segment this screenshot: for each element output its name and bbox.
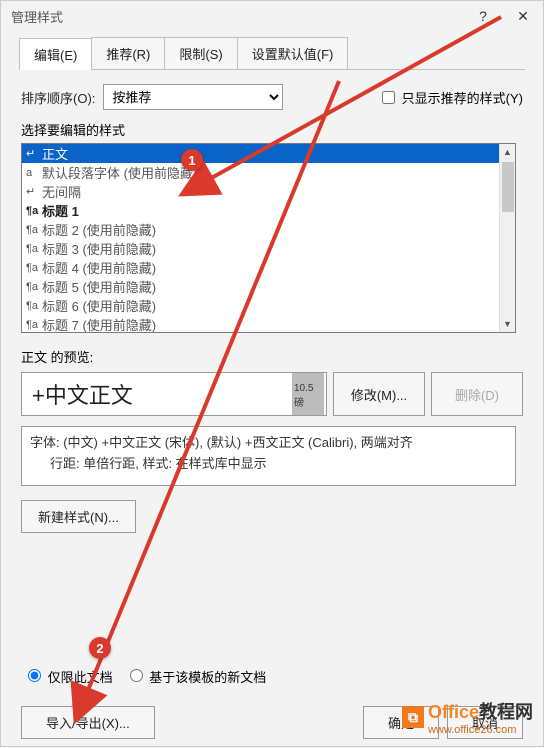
dialog-title: 管理样式 — [11, 7, 63, 26]
tab-recommend[interactable]: 推荐(R) — [91, 37, 165, 69]
style-list-scrollbar[interactable]: ▲ ▼ — [499, 144, 515, 332]
new-style-button[interactable]: 新建样式(N)... — [21, 500, 136, 533]
tab-edit[interactable]: 编辑(E) — [19, 38, 92, 70]
delete-button: 删除(D) — [431, 372, 523, 416]
callout-1: 1 — [181, 149, 203, 171]
preview-label: 正文 的预览: — [21, 347, 523, 366]
radio-template[interactable]: 基于该模板的新文档 — [125, 666, 267, 686]
tab-strip: 编辑(E) 推荐(R) 限制(S) 设置默认值(F) — [19, 37, 525, 70]
titlebar: 管理样式 ? ✕ — [1, 1, 543, 31]
modify-button[interactable]: 修改(M)... — [333, 372, 425, 416]
style-item[interactable]: ¶a标题 7 (使用前隐藏) — [22, 315, 515, 333]
style-item[interactable]: ¶a标题 1 — [22, 201, 515, 220]
callout-2: 2 — [89, 637, 111, 659]
tab-restrict[interactable]: 限制(S) — [164, 37, 237, 69]
style-item[interactable]: ¶a标题 2 (使用前隐藏) — [22, 220, 515, 239]
style-item[interactable]: ¶a标题 4 (使用前隐藏) — [22, 258, 515, 277]
style-description: 字体: (中文) +中文正文 (宋体), (默认) +西文正文 (Calibri… — [21, 426, 516, 486]
scope-radios: 仅限此文档 基于该模板的新文档 — [23, 666, 266, 686]
show-recommended-label: 只显示推荐的样式(Y) — [402, 88, 523, 107]
tab-content: 排序顺序(O): 按推荐 只显示推荐的样式(Y) 选择要编辑的样式 ↵ 正文 a… — [1, 70, 543, 543]
preview-size: 10.5 磅 — [292, 373, 324, 415]
select-style-label: 选择要编辑的样式 — [21, 120, 523, 139]
preview-text: +中文正文 — [32, 378, 133, 410]
watermark: ⧉ Office教程网 www.office26.com — [400, 698, 533, 736]
preview-box: +中文正文 10.5 磅 — [21, 372, 327, 416]
style-item[interactable]: ¶a标题 6 (使用前隐藏) — [22, 296, 515, 315]
style-item[interactable]: ¶a标题 3 (使用前隐藏) — [22, 239, 515, 258]
help-button[interactable]: ? — [463, 1, 503, 31]
style-item[interactable]: ¶a标题 5 (使用前隐藏) — [22, 277, 515, 296]
sort-label: 排序顺序(O): — [21, 88, 95, 107]
style-item-selected[interactable]: ↵ 正文 — [22, 144, 515, 163]
scroll-thumb[interactable] — [502, 162, 514, 212]
show-recommended-checkbox[interactable] — [382, 91, 395, 104]
scroll-up-icon[interactable]: ▲ — [500, 144, 515, 160]
style-item[interactable]: a默认段落字体 (使用前隐藏) — [22, 163, 515, 182]
manage-styles-dialog: 管理样式 ? ✕ 编辑(E) 推荐(R) 限制(S) 设置默认值(F) 排序顺序… — [0, 0, 544, 747]
close-button[interactable]: ✕ — [503, 1, 543, 31]
sort-select[interactable]: 按推荐 — [103, 84, 283, 110]
import-export-button[interactable]: 导入/导出(X)... — [21, 706, 155, 739]
office-logo-icon: ⧉ — [402, 706, 424, 728]
tab-defaults[interactable]: 设置默认值(F) — [237, 37, 349, 69]
scroll-down-icon[interactable]: ▼ — [500, 316, 515, 332]
radio-doc-only[interactable]: 仅限此文档 — [23, 666, 113, 686]
style-item[interactable]: ↵无间隔 — [22, 182, 515, 201]
style-list[interactable]: ↵ 正文 a默认段落字体 (使用前隐藏) ↵无间隔 ¶a标题 1 ¶a标题 2 … — [21, 143, 516, 333]
